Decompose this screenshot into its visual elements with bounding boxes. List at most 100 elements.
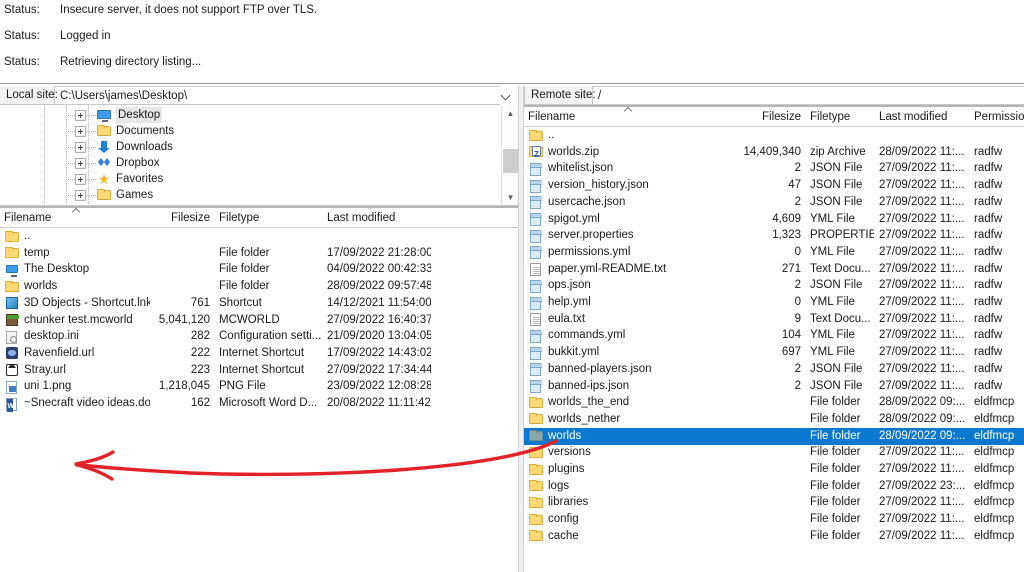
- expand-icon[interactable]: [75, 125, 86, 137]
- scroll-up-icon[interactable]: ▲: [502, 105, 518, 122]
- file-type-cell: MCWORLD: [219, 313, 280, 326]
- tree-item-documents[interactable]: Documents: [66, 123, 174, 139]
- table-row[interactable]: whitelist.json 2 JSON File 27/09/2022 11:..…: [524, 160, 1024, 177]
- expand-icon[interactable]: [75, 109, 86, 121]
- file-type-cell: File folder: [810, 396, 861, 409]
- table-row[interactable]: 3D Objects - Shortcut.lnk 761 Shortcut 14/1…: [0, 295, 518, 312]
- remote-path-input[interactable]: /: [593, 86, 1024, 105]
- table-row[interactable]: paper.yml-README.txt 271 Text Docu... 27/09…: [524, 261, 1024, 278]
- table-row[interactable]: Ravenfield.url 222 Internet Shortcut 17/09/…: [0, 345, 518, 362]
- tree-item-favorites[interactable]: ★ Favorites: [66, 171, 163, 187]
- file-name-label: ..: [548, 129, 555, 141]
- column-header-filename[interactable]: Filename: [528, 107, 740, 127]
- column-header-filetype[interactable]: Filetype: [810, 107, 876, 127]
- table-row[interactable]: banned-ips.json 2 JSON File 27/09/2022 11:.…: [524, 378, 1024, 395]
- tree-item-downloads[interactable]: Downloads: [66, 139, 173, 155]
- table-row[interactable]: uni 1.png 1,218,045 PNG File 23/09/2022 12:…: [0, 378, 518, 395]
- table-row[interactable]: server.properties 1,323 PROPERTIE... 27/09/…: [524, 227, 1024, 244]
- last-modified-cell: 27/09/2022 11:...: [879, 362, 965, 375]
- permissions-cell: radfw: [974, 179, 1003, 192]
- expand-icon[interactable]: [75, 141, 86, 153]
- last-modified-cell: 27/09/2022 11:...: [879, 446, 965, 459]
- file-size-cell: 761: [190, 296, 210, 309]
- table-row[interactable]: temp File folder 17/09/2022 21:28:00: [0, 245, 518, 262]
- table-row[interactable]: version_history.json 47 JSON File 27/09/202…: [524, 177, 1024, 194]
- column-header-filesize[interactable]: Filesize: [150, 208, 216, 228]
- file-name-label: libraries: [548, 496, 589, 509]
- file-size-cell: [740, 127, 801, 144]
- column-header-lastmodified[interactable]: Last modified: [879, 107, 971, 127]
- status-message-log: Status: Insecure server, it does not supp…: [0, 0, 1024, 82]
- local-site-label: Local site:: [0, 86, 58, 105]
- remote-file-list[interactable]: Filename Filesize Filetype Last modified…: [524, 105, 1024, 572]
- local-file-list[interactable]: Filename Filesize Filetype Last modified…: [0, 206, 518, 572]
- file-name-cell: worlds_the_end: [528, 394, 740, 411]
- table-row[interactable]: ops.json 2 JSON File 27/09/2022 11:... radfw: [524, 277, 1024, 294]
- folder-icon: [528, 128, 544, 144]
- last-modified-cell: 28/09/2022 09:57:48: [327, 280, 431, 293]
- table-row[interactable]: plugins File folder 27/09/2022 11:... eldfm…: [524, 461, 1024, 478]
- table-row[interactable]: worlds_nether File folder 28/09/2022 09:..…: [524, 411, 1024, 428]
- tree-connector: [66, 162, 75, 164]
- table-row[interactable]: worlds_the_end File folder 28/09/2022 09:.…: [524, 394, 1024, 411]
- table-row[interactable]: worlds File folder 28/09/2022 09:... eldfmc…: [524, 427, 1024, 445]
- table-row[interactable]: The Desktop File folder 04/09/2022 00:42:3…: [0, 261, 518, 278]
- table-row[interactable]: ..: [524, 127, 1024, 144]
- column-header-filetype[interactable]: Filetype: [219, 208, 324, 228]
- table-row[interactable]: help.yml 0 YML File 27/09/2022 11:... radfw: [524, 294, 1024, 311]
- file-name-cell: Stray.url: [4, 362, 150, 379]
- dropbox-icon: [96, 155, 112, 171]
- permissions-cell: eldfmcp: [974, 529, 1015, 542]
- permissions-cell: [974, 127, 1024, 144]
- column-header-filesize[interactable]: Filesize: [740, 107, 807, 127]
- expand-icon[interactable]: [75, 189, 86, 201]
- local-path-input[interactable]: C:\Users\james\Desktop\: [55, 86, 500, 105]
- local-path-dropdown-button[interactable]: [497, 86, 515, 105]
- tree-item-label: Games: [116, 189, 154, 201]
- file-name-cell: cache: [528, 528, 740, 545]
- file-name-label: logs: [548, 479, 570, 492]
- table-row[interactable]: ~Snecraft video ideas.docx 162 Microsoft W…: [0, 395, 518, 412]
- table-row[interactable]: worlds.zip 14,409,340 zip Archive 28/09/202…: [524, 144, 1024, 161]
- local-tree-scrollbar[interactable]: ▲ ▼: [501, 105, 518, 205]
- table-row[interactable]: desktop.ini 282 Configuration setti... 21/0…: [0, 328, 518, 345]
- table-row[interactable]: worlds File folder 28/09/2022 09:57:48: [0, 278, 518, 295]
- tree-item-label: Dropbox: [116, 157, 160, 169]
- local-directory-tree[interactable]: Desktop Documents Downloads Dropbox ★ Favorit…: [0, 105, 518, 206]
- tree-item-games[interactable]: Games: [66, 187, 153, 203]
- table-row[interactable]: chunker test.mcworld 5,041,120 MCWORLD 27/0…: [0, 312, 518, 329]
- scrollbar-thumb[interactable]: [503, 149, 518, 173]
- table-row[interactable]: logs File folder 27/09/2022 23:... eldfmcp: [524, 478, 1024, 495]
- expand-icon[interactable]: [75, 173, 86, 185]
- file-name-label: worlds: [24, 280, 58, 293]
- table-row[interactable]: permissions.yml 0 YML File 27/09/2022 11:..…: [524, 244, 1024, 261]
- scroll-down-icon[interactable]: ▼: [502, 189, 518, 205]
- tree-item-dropbox[interactable]: Dropbox: [66, 155, 159, 171]
- table-row[interactable]: commands.yml 104 YML File 27/09/2022 11:...…: [524, 327, 1024, 344]
- expand-icon[interactable]: [75, 157, 86, 169]
- table-row[interactable]: banned-players.json 2 JSON File 27/09/2022 …: [524, 361, 1024, 378]
- file-name-label: uni 1.png: [24, 380, 72, 393]
- file-type-cell: [810, 127, 874, 144]
- column-header-filename[interactable]: Filename: [4, 208, 150, 228]
- log-panel-divider: [0, 83, 1024, 84]
- table-row[interactable]: eula.txt 9 Text Docu... 27/09/2022 11:... ra…: [524, 311, 1024, 328]
- file-name-label: chunker test.mcworld: [24, 313, 133, 326]
- table-row[interactable]: config File folder 27/09/2022 11:... eldfmc…: [524, 511, 1024, 528]
- tree-item-desktop[interactable]: Desktop: [66, 107, 163, 123]
- table-row[interactable]: cache File folder 27/09/2022 11:... eldfmcp: [524, 528, 1024, 545]
- filezilla-window: Status: Insecure server, it does not supp…: [0, 0, 1024, 572]
- permissions-cell: radfw: [974, 262, 1003, 275]
- table-row[interactable]: versions File folder 27/09/2022 11:... eldf…: [524, 444, 1024, 461]
- column-header-permissions[interactable]: Permissions: [974, 107, 1024, 127]
- table-row[interactable]: bukkit.yml 697 YML File 27/09/2022 11:... ra…: [524, 344, 1024, 361]
- table-row[interactable]: libraries File folder 27/09/2022 11:... eld…: [524, 494, 1024, 511]
- column-header-lastmodified[interactable]: Last modified: [327, 208, 431, 228]
- table-row[interactable]: ..: [0, 228, 518, 245]
- last-modified-cell: 21/09/2020 13:04:05: [327, 330, 431, 343]
- table-row[interactable]: Stray.url 223 Internet Shortcut 27/09/2022 …: [0, 362, 518, 379]
- local-site-bar: Local site: C:\Users\james\Desktop\: [0, 86, 518, 105]
- file-size-cell: 14,409,340: [743, 145, 801, 158]
- table-row[interactable]: usercache.json 2 JSON File 27/09/2022 11:..…: [524, 194, 1024, 211]
- table-row[interactable]: spigot.yml 4,609 YML File 27/09/2022 11:...…: [524, 211, 1024, 228]
